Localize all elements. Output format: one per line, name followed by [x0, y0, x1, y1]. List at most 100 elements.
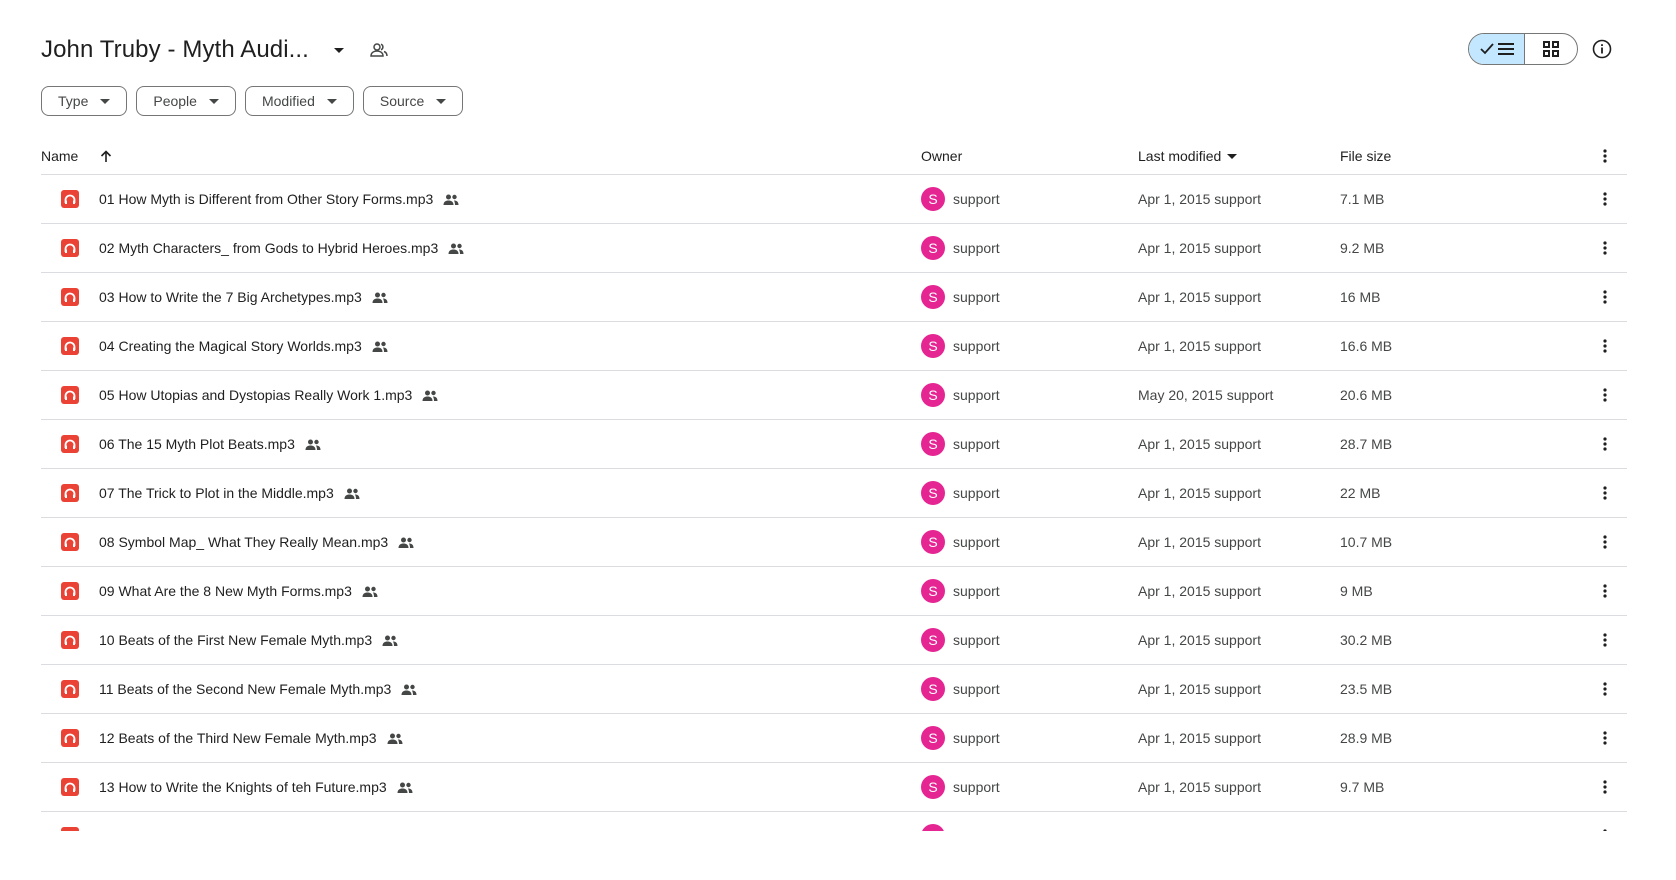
avatar[interactable]: S — [921, 530, 945, 554]
last-modified: Apr 1, 2015 support — [1138, 289, 1261, 305]
table-header: Name Owner Last modified File size — [41, 138, 1627, 175]
column-modified-label: Last modified — [1138, 148, 1222, 164]
avatar[interactable]: S — [921, 726, 945, 750]
people-icon — [372, 341, 388, 352]
avatar[interactable]: S — [921, 334, 945, 358]
table-row[interactable]: 08 Symbol Map_ What They Really Mean.mp3… — [41, 518, 1627, 567]
owner-name: support — [953, 681, 1000, 697]
more-vert-icon[interactable] — [1591, 175, 1619, 223]
table-row[interactable]: 03 How to Write the 7 Big Archetypes.mp3… — [41, 273, 1627, 322]
more-vert-icon[interactable] — [1591, 420, 1619, 468]
file-name-cell: 05 How Utopias and Dystopias Really Work… — [61, 371, 438, 419]
filter-type[interactable]: Type — [41, 86, 128, 116]
people-icon — [443, 194, 459, 205]
avatar[interactable]: S — [921, 285, 945, 309]
file-name[interactable]: 12 Beats of the Third New Female Myth.mp… — [99, 730, 377, 746]
avatar[interactable]: S — [921, 432, 945, 456]
table-row[interactable]: 07 The Trick to Plot in the Middle.mp3 S… — [41, 469, 1627, 518]
avatar[interactable]: S — [921, 187, 945, 211]
more-vert-icon[interactable] — [1591, 763, 1619, 811]
column-file-size[interactable]: File size — [1340, 138, 1391, 174]
list-view-button[interactable] — [1469, 34, 1525, 64]
people-icon — [354, 831, 370, 832]
table-row[interactable]: 13 How to Write the Knights of teh Futur… — [41, 763, 1627, 812]
filter-label: Modified — [261, 93, 315, 109]
last-modified: Apr 1, 2015 support — [1138, 534, 1261, 550]
more-vert-icon[interactable] — [1591, 714, 1619, 762]
file-size: 10.7 MB — [1340, 534, 1393, 550]
file-name[interactable]: 05 How Utopias and Dystopias Really Work… — [99, 387, 412, 403]
audio-file-icon — [61, 190, 79, 208]
table-row[interactable]: 06 The 15 Myth Plot Beats.mp3 S support … — [41, 420, 1627, 469]
owner-name: support — [953, 289, 1000, 305]
file-name[interactable]: 14 Beats of the Rejuvenation Myth.mp3 — [99, 828, 344, 831]
table-row[interactable]: 01 How Myth is Different from Other Stor… — [41, 175, 1627, 224]
more-vert-icon[interactable] — [1591, 224, 1619, 272]
avatar[interactable]: S — [921, 775, 945, 799]
avatar[interactable]: S — [921, 824, 945, 831]
owner-cell: S support — [921, 518, 1000, 566]
file-name-cell: 08 Symbol Map_ What They Really Mean.mp3 — [61, 518, 414, 566]
file-name[interactable]: 07 The Trick to Plot in the Middle.mp3 — [99, 485, 334, 501]
more-vert-icon[interactable] — [1591, 322, 1619, 370]
table-row[interactable]: 11 Beats of the Second New Female Myth.m… — [41, 665, 1627, 714]
avatar[interactable]: S — [921, 677, 945, 701]
audio-file-icon — [61, 729, 79, 747]
more-vert-icon[interactable] — [1591, 518, 1619, 566]
file-name[interactable]: 11 Beats of the Second New Female Myth.m… — [99, 681, 391, 697]
file-name[interactable]: 02 Myth Characters_ from Gods to Hybrid … — [99, 240, 438, 256]
file-name[interactable]: 04 Creating the Magical Story Worlds.mp3 — [99, 338, 362, 354]
file-name[interactable]: 08 Symbol Map_ What They Really Mean.mp3 — [99, 534, 388, 550]
filter-modified[interactable]: Modified — [244, 86, 354, 116]
owner-cell: S support — [921, 567, 1000, 615]
more-vert-icon[interactable] — [1591, 273, 1619, 321]
file-name-cell: 07 The Trick to Plot in the Middle.mp3 — [61, 469, 360, 517]
file-name[interactable]: 10 Beats of the First New Female Myth.mp… — [99, 632, 372, 648]
file-name[interactable]: 06 The 15 Myth Plot Beats.mp3 — [99, 436, 295, 452]
owner-name: support — [953, 191, 1000, 207]
file-name[interactable]: 03 How to Write the 7 Big Archetypes.mp3 — [99, 289, 362, 305]
column-name[interactable]: Name — [41, 138, 112, 174]
more-vert-icon[interactable] — [1591, 665, 1619, 713]
column-owner[interactable]: Owner — [921, 138, 962, 174]
table-row[interactable]: 09 What Are the 8 New Myth Forms.mp3 S s… — [41, 567, 1627, 616]
folder-title[interactable]: John Truby - Myth Audi... — [41, 36, 309, 64]
more-vert-icon[interactable] — [1591, 469, 1619, 517]
avatar[interactable]: S — [921, 481, 945, 505]
table-row[interactable]: 04 Creating the Magical Story Worlds.mp3… — [41, 322, 1627, 371]
table-row[interactable]: 05 How Utopias and Dystopias Really Work… — [41, 371, 1627, 420]
column-last-modified[interactable]: Last modified — [1138, 138, 1238, 174]
filter-source[interactable]: Source — [362, 86, 464, 116]
column-name-label: Name — [41, 148, 79, 164]
table-row[interactable]: 10 Beats of the First New Female Myth.mp… — [41, 616, 1627, 665]
avatar[interactable]: S — [921, 383, 945, 407]
table-row[interactable]: 14 Beats of the Rejuvenation Myth.mp3 S … — [41, 812, 1627, 831]
grid-view-button[interactable] — [1525, 34, 1577, 64]
avatar[interactable]: S — [921, 236, 945, 260]
file-name[interactable]: 13 How to Write the Knights of teh Futur… — [99, 779, 387, 795]
file-name[interactable]: 09 What Are the 8 New Myth Forms.mp3 — [99, 583, 352, 599]
people-icon — [305, 439, 321, 450]
filter-people[interactable]: People — [136, 86, 236, 116]
file-name[interactable]: 01 How Myth is Different from Other Stor… — [99, 191, 433, 207]
arrow-up-icon[interactable] — [100, 149, 112, 163]
owner-name: support — [953, 436, 1000, 452]
owner-cell: S support — [921, 175, 1000, 223]
column-owner-label: Owner — [921, 148, 963, 164]
more-vert-icon[interactable] — [1591, 138, 1619, 174]
last-modified: Apr 1, 2015 support — [1138, 338, 1261, 354]
more-vert-icon[interactable] — [1591, 616, 1619, 664]
table-row[interactable]: 12 Beats of the Third New Female Myth.mp… — [41, 714, 1627, 763]
more-vert-icon[interactable] — [1591, 812, 1619, 831]
more-vert-icon[interactable] — [1591, 371, 1619, 419]
avatar[interactable]: S — [921, 628, 945, 652]
owner-cell: S support — [921, 714, 1000, 762]
arrow-drop-down-icon[interactable] — [325, 36, 353, 64]
more-vert-icon[interactable] — [1591, 567, 1619, 615]
people-icon — [398, 537, 414, 548]
file-size: 28.7 MB — [1340, 436, 1393, 452]
info-icon[interactable] — [1589, 36, 1615, 62]
table-row[interactable]: 02 Myth Characters_ from Gods to Hybrid … — [41, 224, 1627, 273]
avatar[interactable]: S — [921, 579, 945, 603]
last-modified: Apr 1, 2015 support — [1138, 779, 1261, 795]
